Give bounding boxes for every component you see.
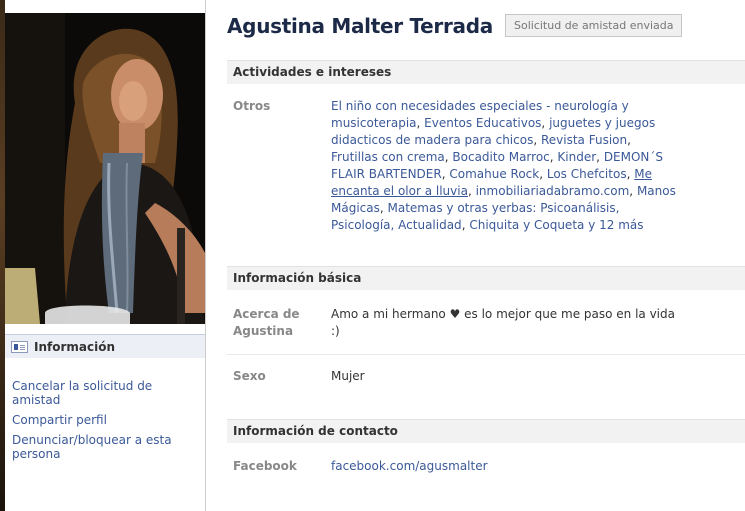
main-content: Agustina Malter Terrada Solicitud de ami… <box>227 0 745 511</box>
sex-label: Sexo <box>233 369 266 383</box>
profile-photo-image <box>5 13 205 324</box>
interest-link[interactable]: Bocadito Marroc <box>452 150 549 164</box>
basic-info-section-header: Información básica <box>227 266 745 290</box>
divider <box>227 354 745 355</box>
activities-section-header: Actividades e intereses <box>227 60 745 84</box>
interest-link[interactable]: Comahue Rock <box>449 167 539 181</box>
friend-request-sent-button[interactable]: Solicitud de amistad enviada <box>505 14 683 37</box>
share-profile-link[interactable]: Compartir perfil <box>12 413 202 427</box>
about-value: Amo a mi hermano ♥ es lo mejor que me pa… <box>331 307 675 338</box>
cancel-friend-request-link[interactable]: Cancelar la solicitud de amistad <box>12 379 202 407</box>
others-label: Otros <box>233 99 271 113</box>
profile-name: Agustina Malter Terrada <box>227 14 493 38</box>
info-card-icon <box>11 340 28 353</box>
profile-actions: Cancelar la solicitud de amistad Compart… <box>12 379 202 467</box>
more-interests-link[interactable]: y 12 más <box>588 218 643 232</box>
interest-link[interactable]: inmobiliariadabramo.com <box>476 184 630 198</box>
left-column: Información Cancelar la solicitud de ami… <box>5 0 206 511</box>
interest-link[interactable]: Eventos Educativos <box>424 116 541 130</box>
interest-link[interactable]: Los Chefcitos <box>547 167 627 181</box>
interests-list: El niño con necesidades especiales - neu… <box>331 99 676 232</box>
interest-link[interactable]: Chiquita y Coqueta <box>469 218 584 232</box>
facebook-label: Facebook <box>233 459 297 473</box>
contact-section-header: Información de contacto <box>227 419 745 443</box>
interest-link[interactable]: Frutillas con crema <box>331 150 445 164</box>
facebook-url-value: facebook.com/agusmalter <box>331 458 681 475</box>
interest-link[interactable]: Revista Fusion <box>541 133 627 147</box>
interest-link[interactable]: Kinder <box>557 150 596 164</box>
profile-photo[interactable] <box>5 13 205 324</box>
info-tab[interactable]: Información <box>5 334 205 358</box>
about-label: Acerca de Agustina <box>233 307 300 338</box>
facebook-url-link[interactable]: facebook.com/agusmalter <box>331 459 488 473</box>
report-block-link[interactable]: Denunciar/bloquear a esta persona <box>12 433 202 461</box>
info-tab-label: Información <box>34 339 116 354</box>
sex-value: Mujer <box>331 369 365 383</box>
